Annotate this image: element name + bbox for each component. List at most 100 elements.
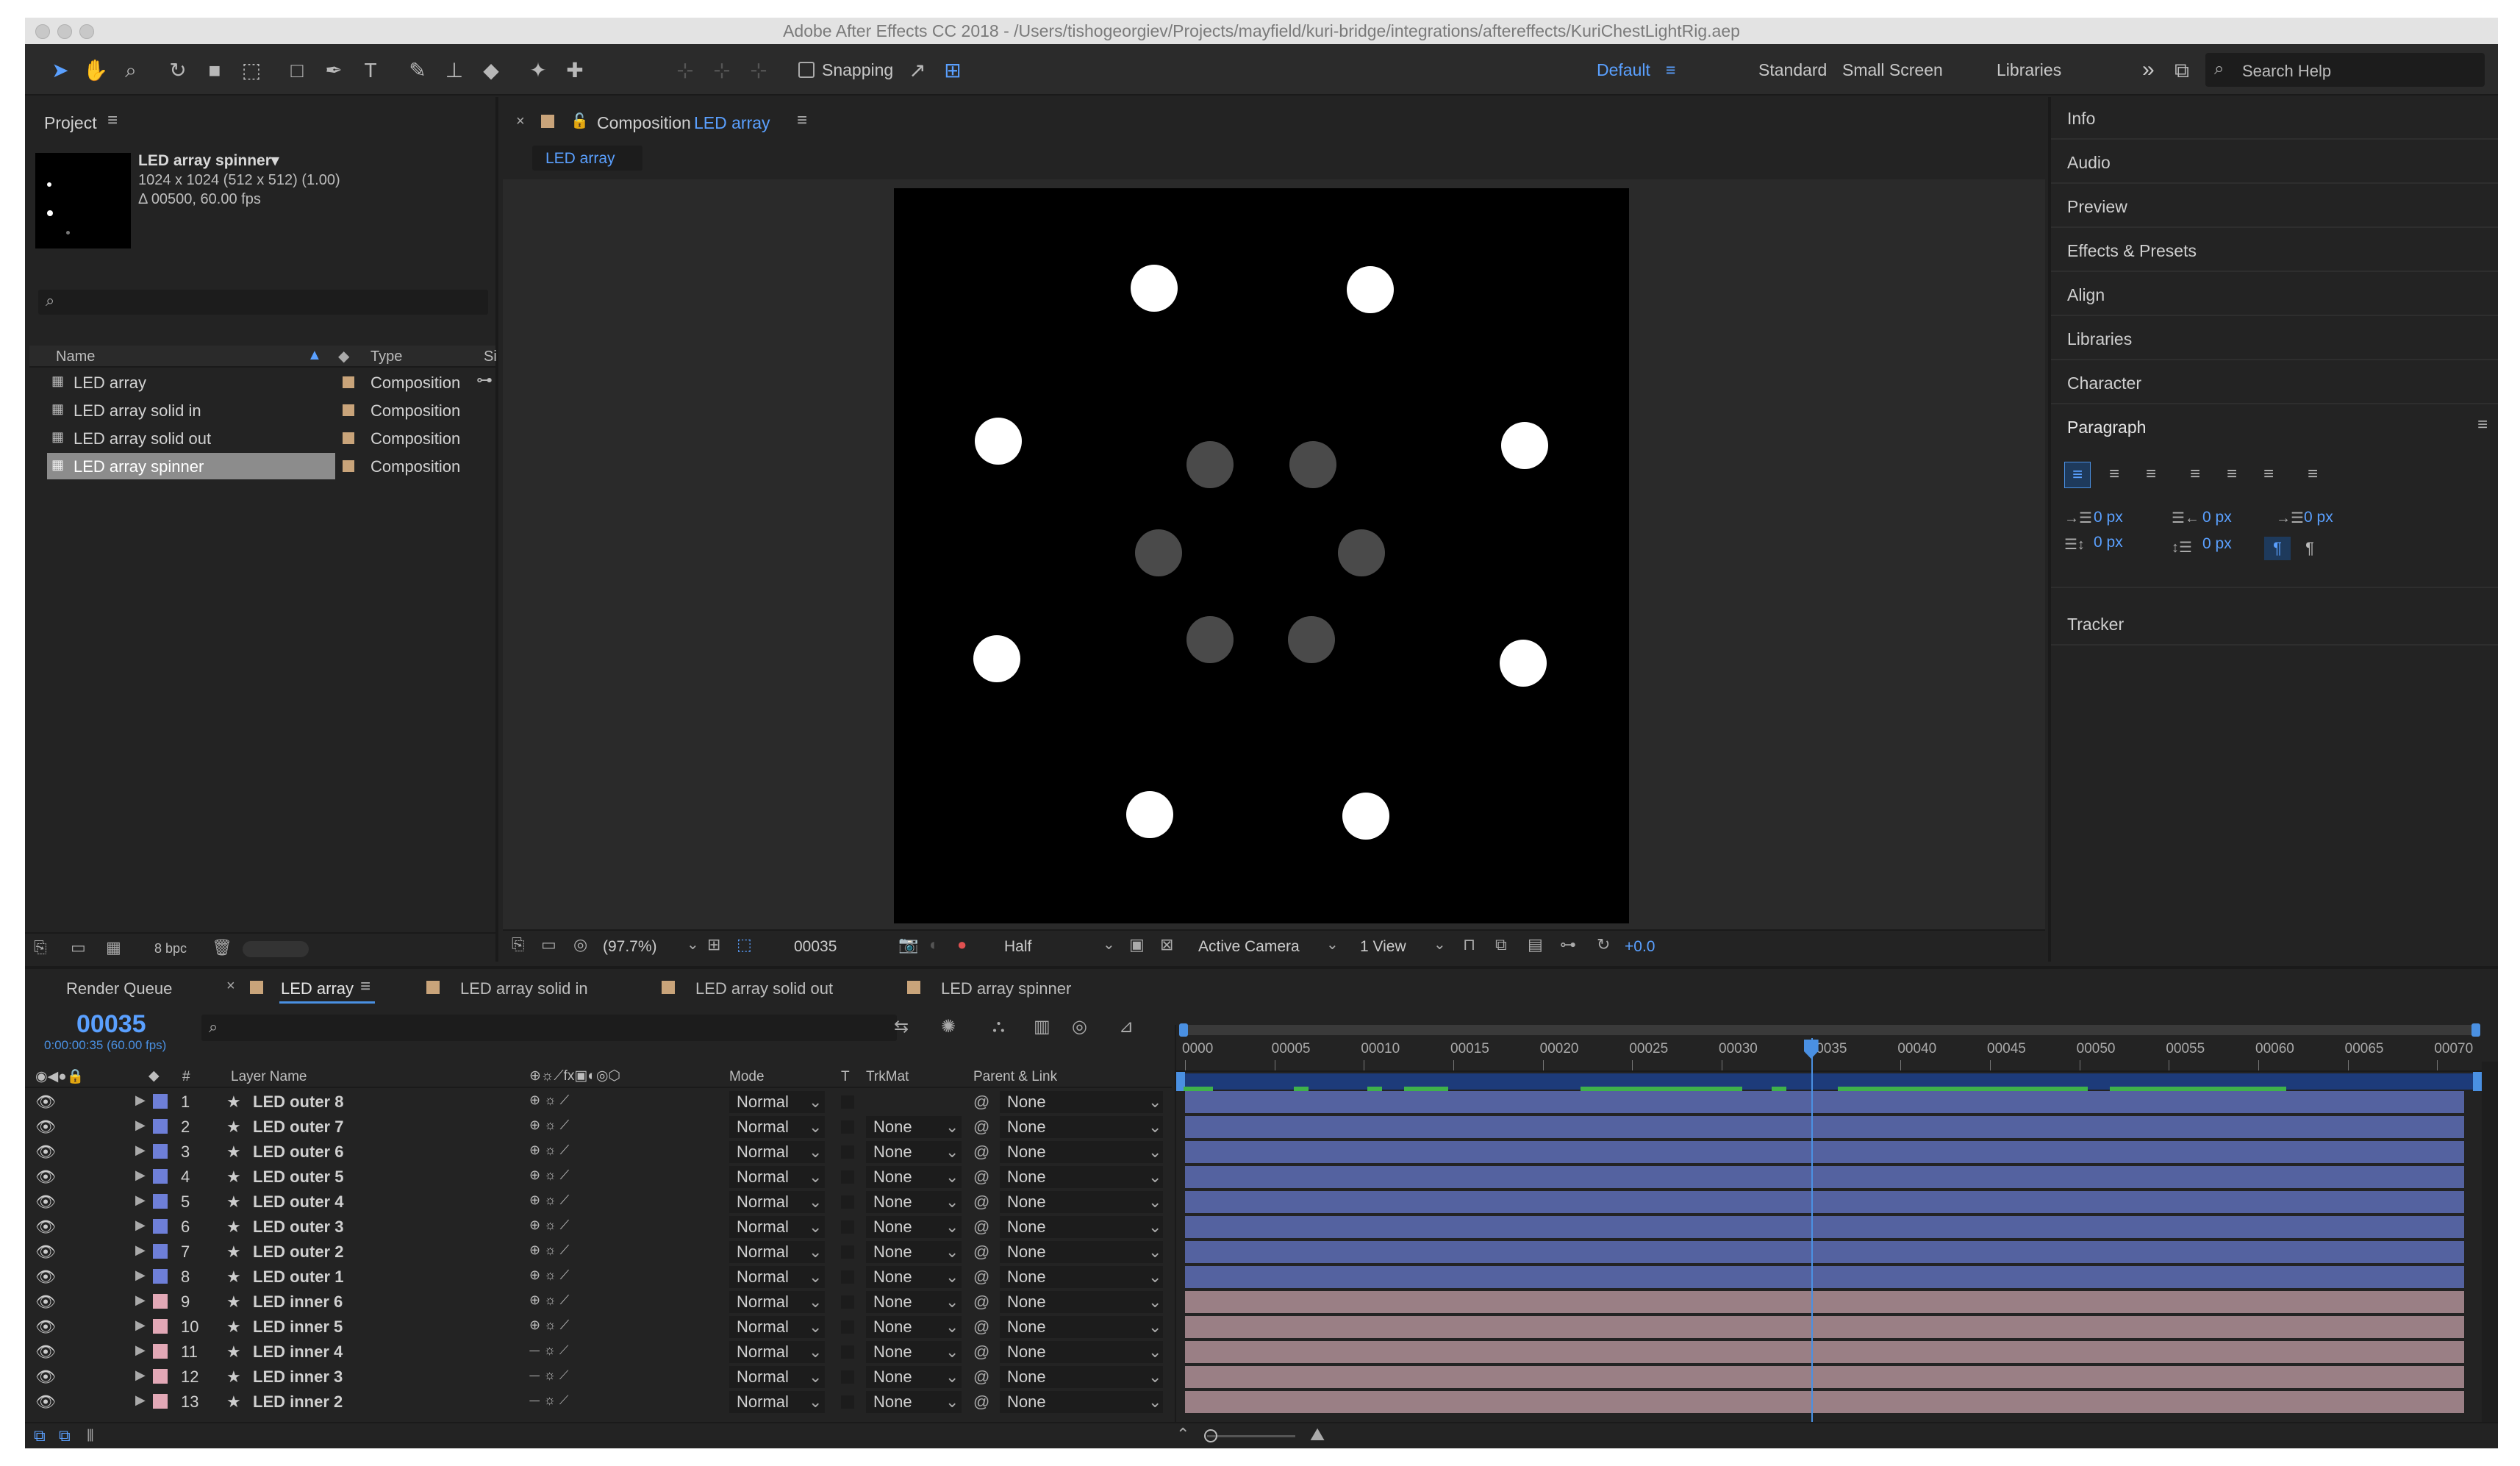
timeline-menu-icon[interactable]: ≡ — [360, 976, 371, 997]
layer-row[interactable]: 👁 ▶ 8 ★ LED outer 1 ⊕ ☼ ⟋ Normal ⌄ None ⌄ @ None ⌄ — [25, 1265, 1172, 1290]
led-outer-dot[interactable] — [1131, 265, 1178, 312]
layer-switches-icons[interactable]: ⏤ ☼ ⟋ — [529, 1367, 568, 1383]
workspace-standard[interactable]: Standard — [1758, 44, 1827, 96]
size-column-header[interactable]: Si — [484, 348, 497, 365]
camera-tool-icon[interactable]: ■ — [201, 57, 228, 84]
ltr-direction-button[interactable]: ¶ — [2264, 537, 2291, 560]
layer-duration-bar[interactable] — [1185, 1291, 2464, 1313]
align-left-button[interactable]: ≡ — [2064, 462, 2091, 488]
chevron-down-icon[interactable]: ⌄ — [1103, 935, 1115, 954]
zoom-window-button[interactable] — [79, 24, 94, 39]
paragraph-panel-header[interactable]: Paragraph — [2051, 406, 2498, 448]
local-axis-icon[interactable]: ⊹ — [672, 57, 698, 84]
project-item-row[interactable]: ▦ LED array Composition ⊶ — [29, 369, 495, 396]
clone-stamp-tool-icon[interactable]: ⊥ — [441, 57, 468, 84]
expand-triangle-icon[interactable]: ▶ — [135, 1218, 146, 1233]
layer-label-color[interactable] — [153, 1144, 168, 1159]
layer-switches-icons[interactable]: ⊕ ☼ ⟋ — [529, 1267, 569, 1283]
layer-switches-icons[interactable]: ⊕ ☼ ⟋ — [529, 1292, 569, 1308]
snapping-checkbox[interactable] — [798, 62, 815, 78]
parent-pickwhip-icon[interactable]: @ — [973, 1267, 989, 1287]
justify-last-right-button[interactable]: ≡ — [2255, 462, 2282, 488]
layer-duration-bar[interactable] — [1185, 1166, 2464, 1188]
parent-pickwhip-icon[interactable]: @ — [973, 1118, 989, 1137]
preserve-transparency-checkbox[interactable] — [841, 1320, 854, 1334]
timeline-search-input[interactable]: ⌕ — [201, 1015, 897, 1041]
layer-label-color[interactable] — [153, 1294, 168, 1309]
layer-row[interactable]: 👁 ▶ 12 ★ LED inner 3 ⏤ ☼ ⟋ Normal ⌄ None ⌄ @ None ⌄ — [25, 1365, 1172, 1390]
layer-row[interactable]: 👁 ▶ 4 ★ LED outer 5 ⊕ ☼ ⟋ Normal ⌄ None ⌄ @ None ⌄ — [25, 1165, 1172, 1190]
fast-preview-toggle-icon[interactable]: ⧉ — [1495, 935, 1507, 954]
layer-label-color[interactable] — [153, 1394, 168, 1409]
led-outer-dot[interactable] — [1347, 266, 1394, 313]
eraser-tool-icon[interactable]: ◆ — [478, 57, 504, 84]
pen-tool-icon[interactable]: ✒ — [321, 57, 347, 84]
layer-duration-bar[interactable] — [1185, 1391, 2464, 1413]
rtl-direction-button[interactable]: ¶ — [2297, 537, 2323, 560]
layer-label-color[interactable] — [153, 1194, 168, 1209]
preserve-transparency-checkbox[interactable] — [841, 1270, 854, 1284]
rectangle-tool-icon[interactable]: □ — [284, 57, 310, 84]
chevron-down-icon[interactable]: ⌄ — [1326, 935, 1339, 954]
toggle-switches-icon[interactable]: ⧉ — [34, 1426, 46, 1445]
layer-label-color[interactable] — [153, 1219, 168, 1234]
preview-panel-header[interactable]: Preview — [2051, 185, 2498, 228]
toggle-pixel-aspect-icon[interactable]: ⊓ — [1463, 935, 1475, 954]
expand-triangle-icon[interactable]: ▶ — [135, 1168, 146, 1183]
puppet-pin-tool-icon[interactable]: ✚ — [562, 57, 588, 84]
indent-right-value[interactable]: 0 px — [2202, 509, 2232, 526]
led-inner-dot[interactable] — [1338, 529, 1385, 576]
layer-duration-bar[interactable] — [1185, 1141, 2464, 1163]
snap-feather-icon[interactable]: ↗ — [904, 57, 931, 84]
layer-switches-icons[interactable]: ⊕ ☼ ⟋ — [529, 1242, 569, 1258]
layer-name[interactable]: LED outer 7 — [253, 1118, 343, 1137]
project-item-row[interactable]: ▦ LED array solid out Composition — [29, 425, 495, 451]
expand-triangle-icon[interactable]: ▶ — [135, 1292, 146, 1308]
align-panel-header[interactable]: Align — [2051, 273, 2498, 316]
video-visibility-eye-icon[interactable]: 👁 — [35, 1193, 56, 1212]
time-navigator-start-handle[interactable] — [1179, 1023, 1188, 1037]
preserve-transparency-checkbox[interactable] — [841, 1220, 854, 1234]
pan-behind-tool-icon[interactable]: ⬚ — [238, 57, 265, 84]
snapshot-camera-icon[interactable]: 📷 — [898, 935, 918, 954]
delete-icon[interactable]: 🗑 — [212, 938, 232, 957]
expand-triangle-icon[interactable]: ▶ — [135, 1242, 146, 1258]
preserve-transparency-checkbox[interactable] — [841, 1245, 854, 1259]
mask-visibility-icon[interactable]: ◎ — [573, 935, 587, 954]
video-visibility-eye-icon[interactable]: 👁 — [35, 1143, 56, 1162]
video-visibility-eye-icon[interactable]: 👁 — [35, 1367, 56, 1387]
breadcrumb-item[interactable]: LED array — [545, 150, 615, 168]
layer-duration-bar[interactable] — [1185, 1366, 2464, 1388]
layer-name[interactable]: LED outer 6 — [253, 1143, 343, 1162]
layer-label-color[interactable] — [153, 1344, 168, 1359]
current-time-field[interactable]: 00035 — [794, 938, 837, 956]
color-depth-button[interactable]: 8 bpc — [154, 941, 187, 957]
libraries-panel-header[interactable]: Libraries — [2051, 318, 2498, 360]
zoom-in-icon[interactable]: ⛰ — [1310, 1425, 1325, 1445]
layer-row[interactable]: 👁 ▶ 7 ★ LED outer 2 ⊕ ☼ ⟋ Normal ⌄ None ⌄ @ None ⌄ — [25, 1240, 1172, 1265]
parent-pickwhip-icon[interactable]: @ — [973, 1168, 989, 1187]
workspace-libraries[interactable]: Libraries — [1997, 44, 2061, 96]
transparency-grid-icon[interactable]: ⊠ — [1160, 935, 1173, 954]
show-snapshot-icon[interactable]: ◐ — [929, 935, 939, 954]
justify-last-center-button[interactable]: ≡ — [2219, 462, 2245, 488]
label-column-icon[interactable]: ◆ — [338, 347, 349, 365]
thumbnail-size-slider[interactable] — [243, 941, 309, 957]
hand-tool-icon[interactable]: ✋ — [82, 57, 109, 84]
composition-breadcrumb[interactable]: LED array — [532, 146, 642, 171]
time-navigator-end-handle[interactable] — [2471, 1023, 2480, 1037]
layer-name[interactable]: LED inner 5 — [253, 1317, 343, 1337]
exposure-value[interactable]: +0.0 — [1625, 938, 1655, 956]
close-window-button[interactable] — [35, 24, 50, 39]
expand-triangle-icon[interactable]: ▶ — [135, 1118, 146, 1133]
toggle-in-out-icon[interactable]: ⦀ — [87, 1426, 94, 1445]
justify-last-left-button[interactable]: ≡ — [2182, 462, 2208, 488]
draft-3d-icon[interactable]: ✺ — [941, 1016, 956, 1037]
layer-duration-bar[interactable] — [1185, 1116, 2464, 1138]
layer-switches-icons[interactable]: ⊕ ☼ ⟋ — [529, 1317, 569, 1333]
layer-switches-icons[interactable]: ⊕ ☼ ⟋ — [529, 1093, 569, 1108]
layer-label-color[interactable] — [153, 1169, 168, 1184]
sync-settings-icon[interactable]: ⧉ — [2169, 57, 2195, 84]
parent-pickwhip-icon[interactable]: @ — [973, 1292, 989, 1312]
layer-name[interactable]: LED outer 3 — [253, 1218, 343, 1237]
